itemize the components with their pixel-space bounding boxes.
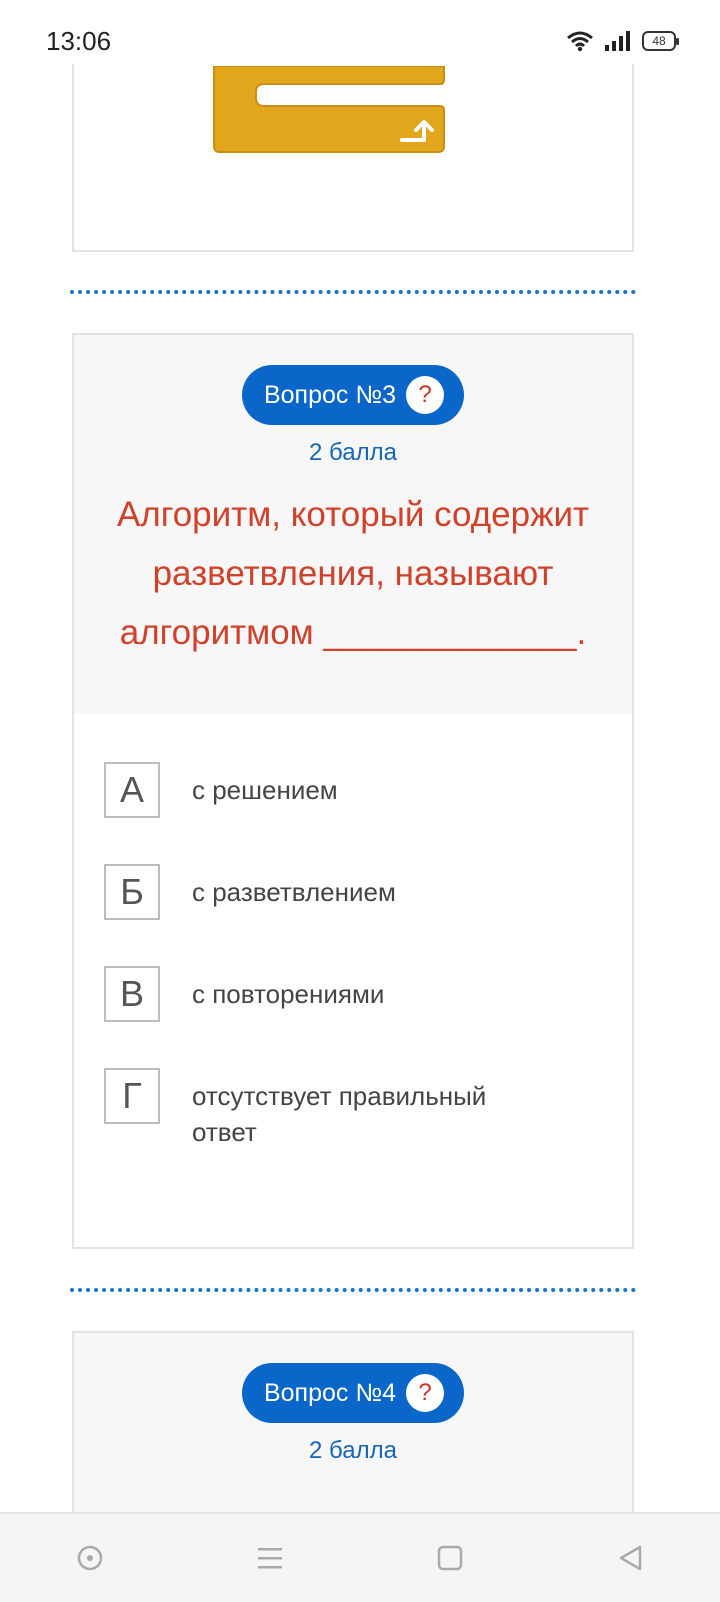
menu-nav-button[interactable] — [240, 1528, 300, 1588]
help-icon[interactable]: ? — [406, 1374, 445, 1412]
answer-option-g[interactable]: Г отсутствует правильный ответ — [104, 1068, 632, 1150]
back-nav-button[interactable] — [600, 1528, 660, 1588]
question-card-4: Вопрос №4 ? 2 балла — [72, 1331, 634, 1533]
status-time: 13:06 — [46, 26, 112, 56]
status-icons: 48 — [566, 30, 679, 52]
scratch-loop-block-image — [213, 66, 445, 153]
answer-letter-box[interactable]: А — [104, 762, 160, 818]
menu-nav-icon — [258, 1548, 282, 1569]
question-header: Вопрос №3 ? 2 балла Алгоритм, который со… — [74, 335, 632, 714]
answer-option-b[interactable]: Б с разветвлением — [104, 864, 632, 920]
question-card-3: Вопрос №3 ? 2 балла Алгоритм, который со… — [72, 333, 634, 1249]
answer-text[interactable]: с разветвлением — [192, 864, 396, 910]
section-separator — [70, 1288, 636, 1292]
answer-list: А с решением Б с разветвлением В с повто… — [74, 714, 632, 1150]
answer-letter-box[interactable]: В — [104, 966, 160, 1022]
status-bar: 13:06 48 — [0, 0, 720, 64]
answer-text[interactable]: отсутствует правильный ответ — [192, 1068, 542, 1150]
answer-option-v[interactable]: В с повторениями — [104, 966, 632, 1022]
help-icon[interactable]: ? — [406, 376, 445, 414]
answer-text[interactable]: с решением — [192, 762, 338, 808]
section-separator — [70, 290, 636, 294]
question-points: 2 балла — [309, 439, 397, 466]
navigation-bar — [0, 1512, 720, 1602]
circle-nav-icon — [77, 1545, 103, 1571]
question-number-badge: Вопрос №4 ? — [241, 1363, 465, 1423]
home-nav-icon — [437, 1545, 463, 1571]
signal-icon — [605, 31, 630, 51]
answer-option-a[interactable]: А с решением — [104, 762, 632, 818]
answer-letter-box[interactable]: Г — [104, 1068, 160, 1124]
question-header: Вопрос №4 ? 2 балла — [74, 1333, 632, 1533]
home-nav-button[interactable] — [420, 1528, 480, 1588]
assistant-nav-button[interactable] — [60, 1528, 120, 1588]
question-number-label: Вопрос №4 — [263, 1378, 397, 1407]
answer-letter-box[interactable]: Б — [104, 864, 160, 920]
answer-text[interactable]: с повторениями — [192, 966, 384, 1012]
battery-icon: 48 — [642, 31, 679, 51]
question-points: 2 балла — [309, 1437, 397, 1464]
back-nav-icon — [619, 1545, 642, 1571]
wifi-icon — [567, 31, 593, 52]
question-number-label: Вопрос №3 — [263, 380, 397, 409]
question-number-badge: Вопрос №3 ? — [241, 365, 465, 425]
question-text: Алгоритм, который содержит разветвления,… — [116, 495, 590, 652]
